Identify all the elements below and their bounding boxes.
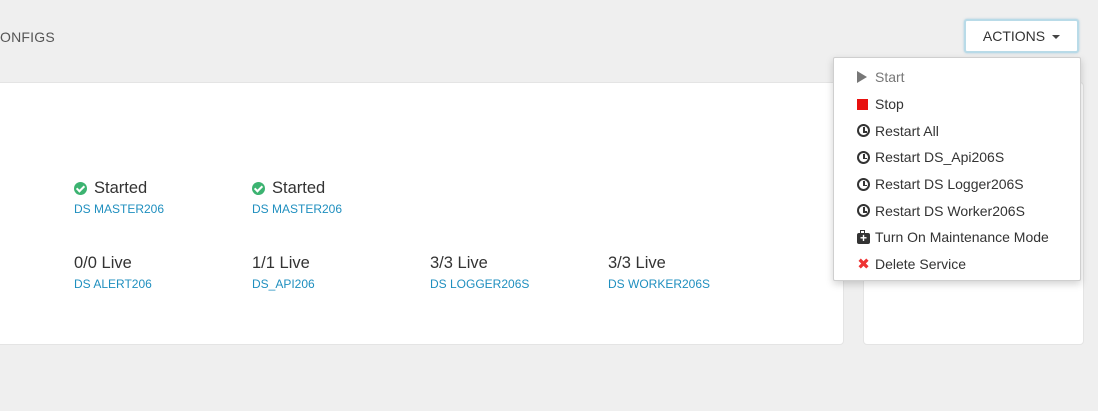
- actions-button-label: ACTIONS: [982, 28, 1046, 44]
- menu-item-label: Start: [875, 69, 905, 86]
- menu-item-label: Restart All: [875, 122, 939, 139]
- component-link[interactable]: DS WORKER206S: [608, 277, 710, 291]
- slave-component: 3/3 Live DS LOGGER206S: [430, 253, 529, 292]
- menu-item-label: Restart DS Logger206S: [875, 176, 1024, 193]
- slave-component: 1/1 Live DS_API206: [252, 253, 315, 292]
- component-link[interactable]: DS_API206: [252, 277, 315, 291]
- menu-item-stop[interactable]: Stop: [834, 91, 1080, 118]
- stop-icon: [857, 98, 868, 110]
- menu-item-start[interactable]: Start: [834, 64, 1080, 91]
- clock-icon: [857, 124, 870, 138]
- menu-item-restart-all[interactable]: Restart All: [834, 117, 1080, 144]
- component-status: Started: [74, 178, 164, 198]
- clock-icon: [857, 177, 870, 191]
- component-link[interactable]: DS MASTER206: [74, 202, 164, 216]
- menu-item-label: Restart DS Worker206S: [875, 202, 1025, 219]
- menu-item-restart-worker[interactable]: Restart DS Worker206S: [834, 197, 1080, 224]
- components-panel: Started DS MASTER206 Started DS MASTER20…: [0, 82, 844, 345]
- tab-configs[interactable]: ONFIGS: [0, 29, 55, 45]
- component-status-text: 0/0 Live: [74, 253, 132, 272]
- menu-item-label: Stop: [875, 96, 904, 113]
- delete-icon: ✖: [857, 255, 870, 273]
- clock-icon: [857, 204, 870, 218]
- service-summary-page: ONFIGS ACTIONS Started DS MASTER206 Star…: [0, 0, 1098, 411]
- actions-dropdown-menu: Start Stop Restart All Restart DS_Api206…: [833, 57, 1081, 281]
- check-circle-icon: [252, 181, 265, 195]
- menu-item-delete-service[interactable]: ✖ Delete Service: [834, 251, 1080, 278]
- master-component: Started DS MASTER206: [74, 178, 164, 216]
- component-link[interactable]: DS ALERT206: [74, 277, 152, 291]
- slave-component: 3/3 Live DS WORKER206S: [608, 253, 710, 292]
- caret-down-icon: [1052, 35, 1061, 39]
- component-status-text: 1/1 Live: [252, 253, 310, 272]
- slave-component: 0/0 Live DS ALERT206: [74, 253, 152, 292]
- clock-icon: [857, 150, 870, 164]
- master-component: Started DS MASTER206: [252, 178, 342, 216]
- menu-item-restart-api[interactable]: Restart DS_Api206S: [834, 144, 1080, 171]
- menu-item-maintenance-mode[interactable]: Turn On Maintenance Mode: [834, 224, 1080, 251]
- menu-item-label: Restart DS_Api206S: [875, 149, 1005, 166]
- medkit-icon: [857, 229, 870, 246]
- menu-item-restart-logger[interactable]: Restart DS Logger206S: [834, 171, 1080, 198]
- menu-item-label: Delete Service: [875, 256, 967, 273]
- component-link[interactable]: DS LOGGER206S: [430, 277, 529, 291]
- play-icon: [857, 71, 867, 84]
- component-status-text: 3/3 Live: [608, 253, 666, 272]
- component-link[interactable]: DS MASTER206: [252, 202, 342, 216]
- check-circle-icon: [74, 181, 87, 195]
- menu-item-label: Turn On Maintenance Mode: [875, 229, 1049, 246]
- component-status: Started: [252, 178, 342, 198]
- component-status-text: 3/3 Live: [430, 253, 488, 272]
- actions-button[interactable]: ACTIONS: [964, 19, 1079, 53]
- component-status-text: Started: [94, 178, 148, 197]
- component-status-text: Started: [272, 178, 326, 197]
